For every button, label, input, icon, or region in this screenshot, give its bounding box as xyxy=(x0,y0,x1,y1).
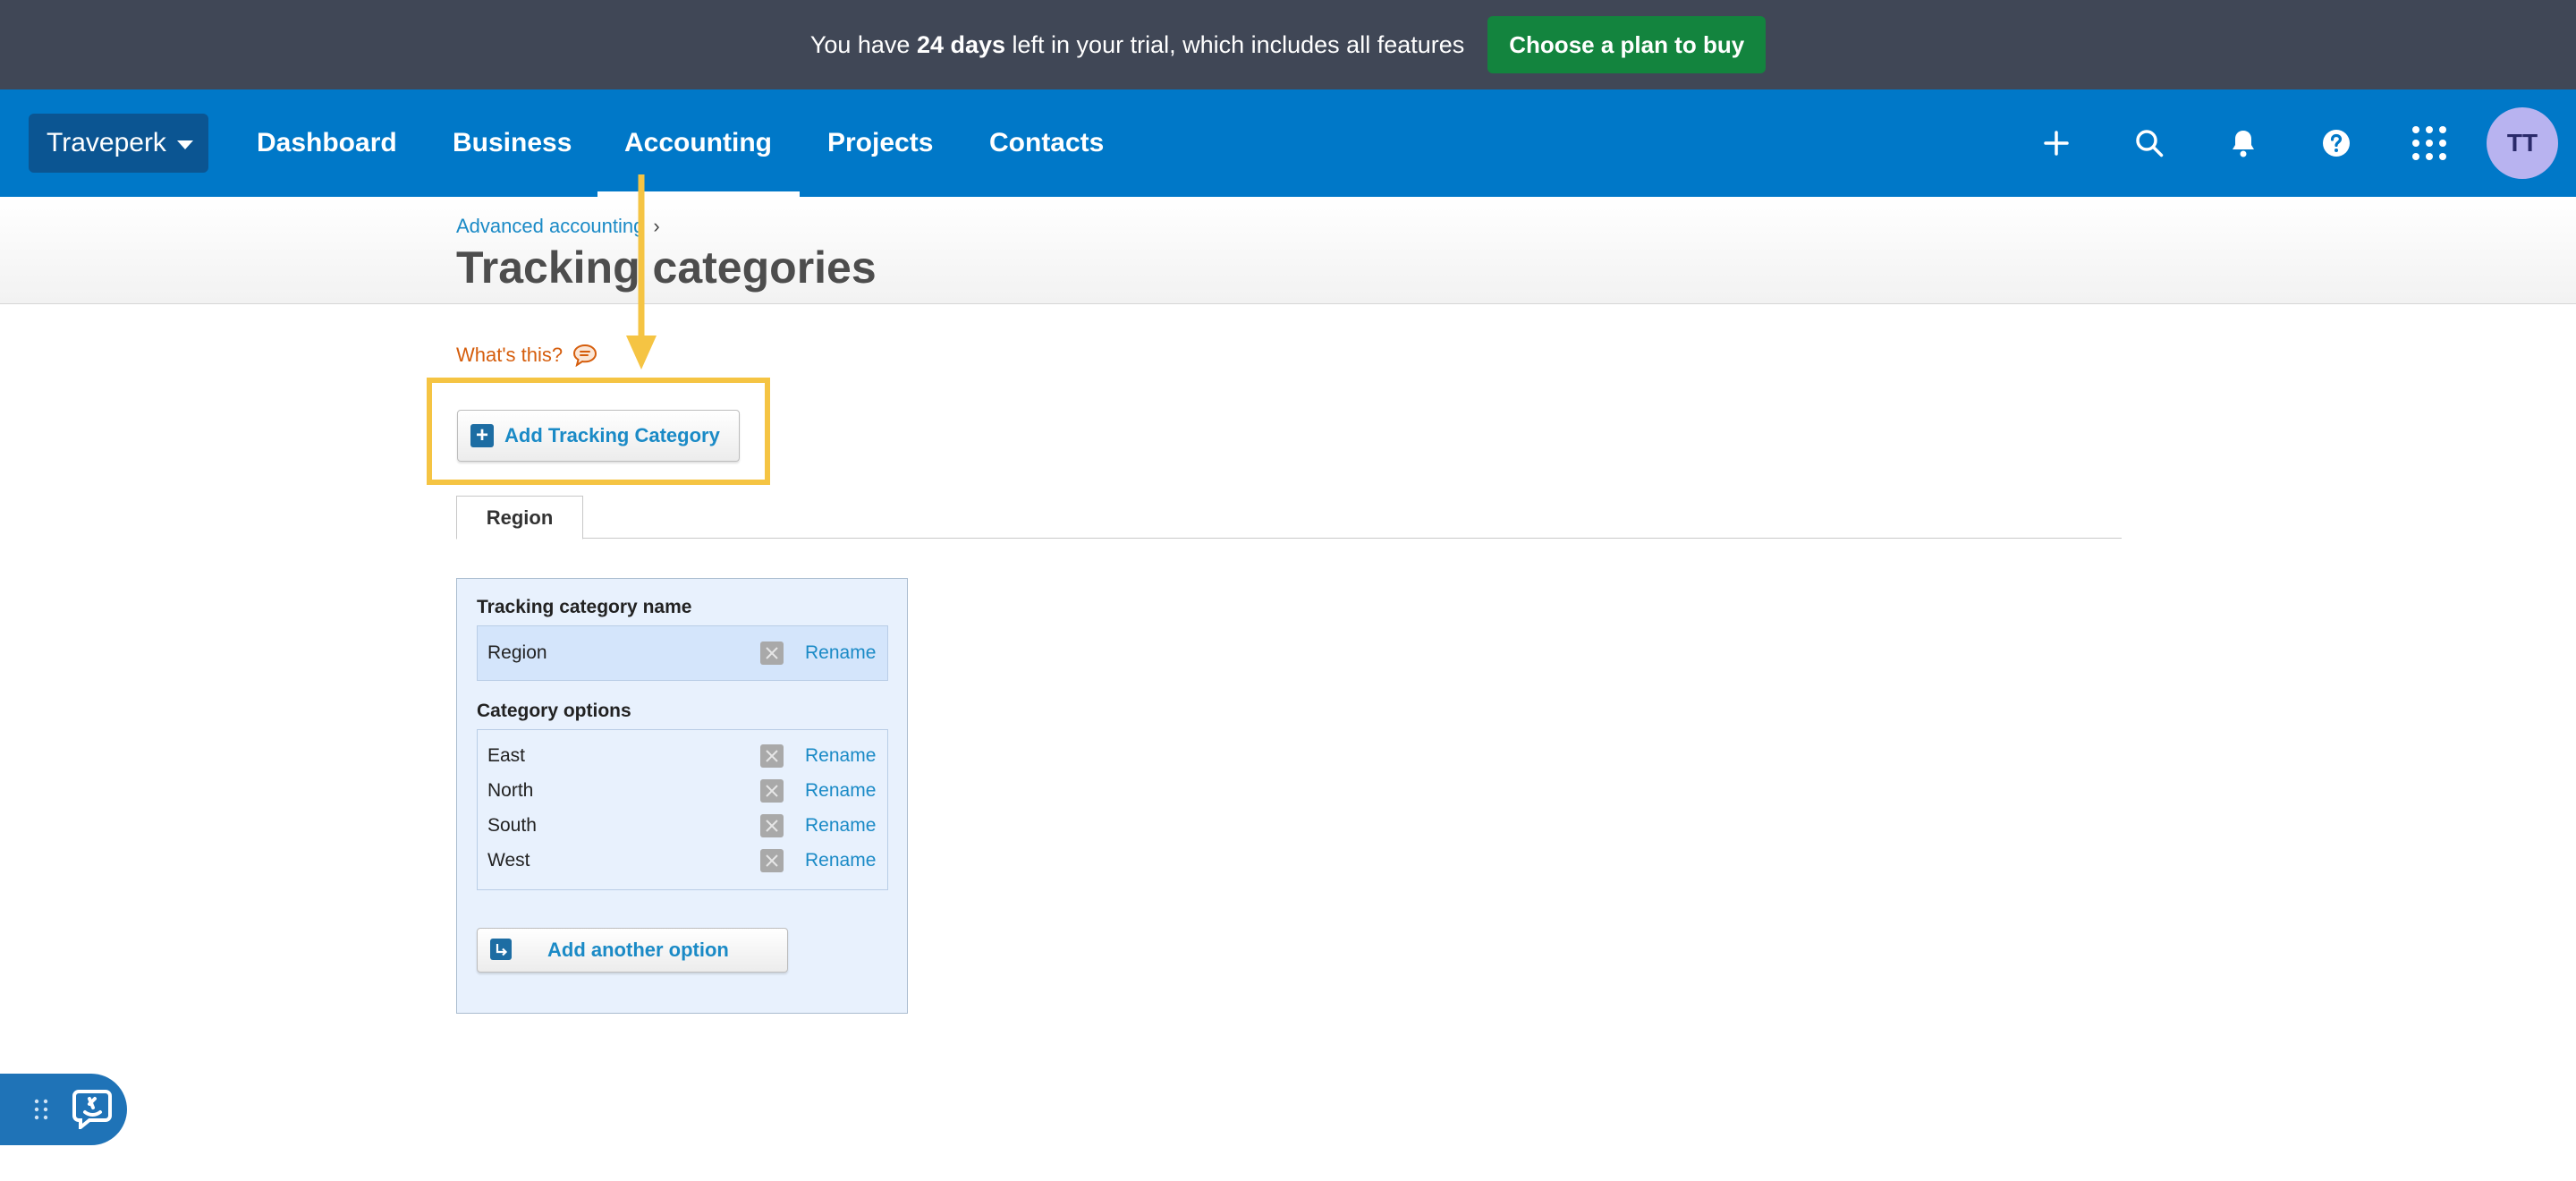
list-item: South Rename xyxy=(478,809,887,843)
rename-link[interactable]: Rename xyxy=(805,745,876,767)
speech-bubble-icon xyxy=(573,344,597,367)
drag-handle-icon[interactable] xyxy=(32,1097,52,1122)
category-name-value: Region xyxy=(487,642,547,663)
search-icon[interactable] xyxy=(2128,122,2171,165)
add-another-option-label: Add another option xyxy=(547,939,729,961)
apps-grid-icon[interactable] xyxy=(2408,122,2451,165)
category-options-label: Category options xyxy=(477,701,631,721)
org-name: Traveperk xyxy=(47,128,166,157)
add-another-option-button[interactable]: Add another option xyxy=(477,928,788,973)
choose-plan-button[interactable]: Choose a plan to buy xyxy=(1487,16,1767,73)
chat-bubble-icon[interactable] xyxy=(72,1088,113,1129)
plus-icon: + xyxy=(470,424,494,447)
tab-dashboard[interactable]: Dashboard xyxy=(257,89,397,197)
trial-banner: You have 24 days left in your trial, whi… xyxy=(0,0,2576,89)
list-item: North Rename xyxy=(478,774,887,808)
list-item: West Rename xyxy=(478,844,887,878)
delete-icon[interactable] xyxy=(760,779,784,803)
add-tracking-category-button[interactable]: + Add Tracking Category xyxy=(457,410,740,462)
trial-message: You have 24 days left in your trial, whi… xyxy=(809,30,1465,58)
delete-icon[interactable] xyxy=(760,744,784,768)
tab-strip-divider xyxy=(456,538,2122,539)
rename-link[interactable]: Rename xyxy=(805,642,876,664)
whats-this-label: What's this? xyxy=(456,344,564,366)
list-item: Region Rename xyxy=(478,636,887,670)
tab-projects[interactable]: Projects xyxy=(827,89,933,197)
help-icon[interactable] xyxy=(2315,122,2358,165)
tab-region[interactable]: Region xyxy=(456,496,583,540)
bell-icon[interactable] xyxy=(2222,122,2265,165)
whats-this-link[interactable]: What's this? xyxy=(456,344,598,367)
list-item: East Rename xyxy=(478,739,887,773)
plus-icon[interactable] xyxy=(2035,122,2078,165)
option-label: South xyxy=(487,815,537,836)
rename-link[interactable]: Rename xyxy=(805,815,876,837)
breadcrumb-advanced-accounting[interactable]: Advanced accounting xyxy=(456,215,644,237)
delete-icon[interactable] xyxy=(760,849,784,872)
delete-icon[interactable] xyxy=(760,641,784,665)
page-title: Tracking categories xyxy=(456,242,877,293)
tracking-category-panel: Tracking category name Region Rename Cat… xyxy=(456,578,908,1014)
user-avatar[interactable]: TT xyxy=(2487,107,2558,179)
page-header: Advanced accounting › Tracking categories xyxy=(0,197,2576,304)
option-label: West xyxy=(487,850,530,871)
option-label: East xyxy=(487,745,526,766)
tracking-category-name-label: Tracking category name xyxy=(477,597,692,617)
option-label: North xyxy=(487,780,534,801)
annotation-arrow xyxy=(626,174,657,370)
return-arrow-icon xyxy=(490,939,512,960)
floating-help-widget[interactable] xyxy=(0,1074,127,1145)
add-tracking-category-label: Add Tracking Category xyxy=(504,424,720,446)
delete-icon[interactable] xyxy=(760,814,784,837)
caret-down-icon xyxy=(176,140,193,149)
tab-business[interactable]: Business xyxy=(453,89,572,197)
rename-link[interactable]: Rename xyxy=(805,780,876,802)
category-options-list: East Rename North Rename South Rename We… xyxy=(477,729,888,890)
org-switcher[interactable]: Traveperk xyxy=(29,114,208,173)
category-name-row: Region Rename xyxy=(477,625,888,681)
top-navigation: Traveperk Dashboard Business Accounting … xyxy=(0,89,2576,197)
tab-contacts[interactable]: Contacts xyxy=(989,89,1104,197)
rename-link[interactable]: Rename xyxy=(805,850,876,871)
